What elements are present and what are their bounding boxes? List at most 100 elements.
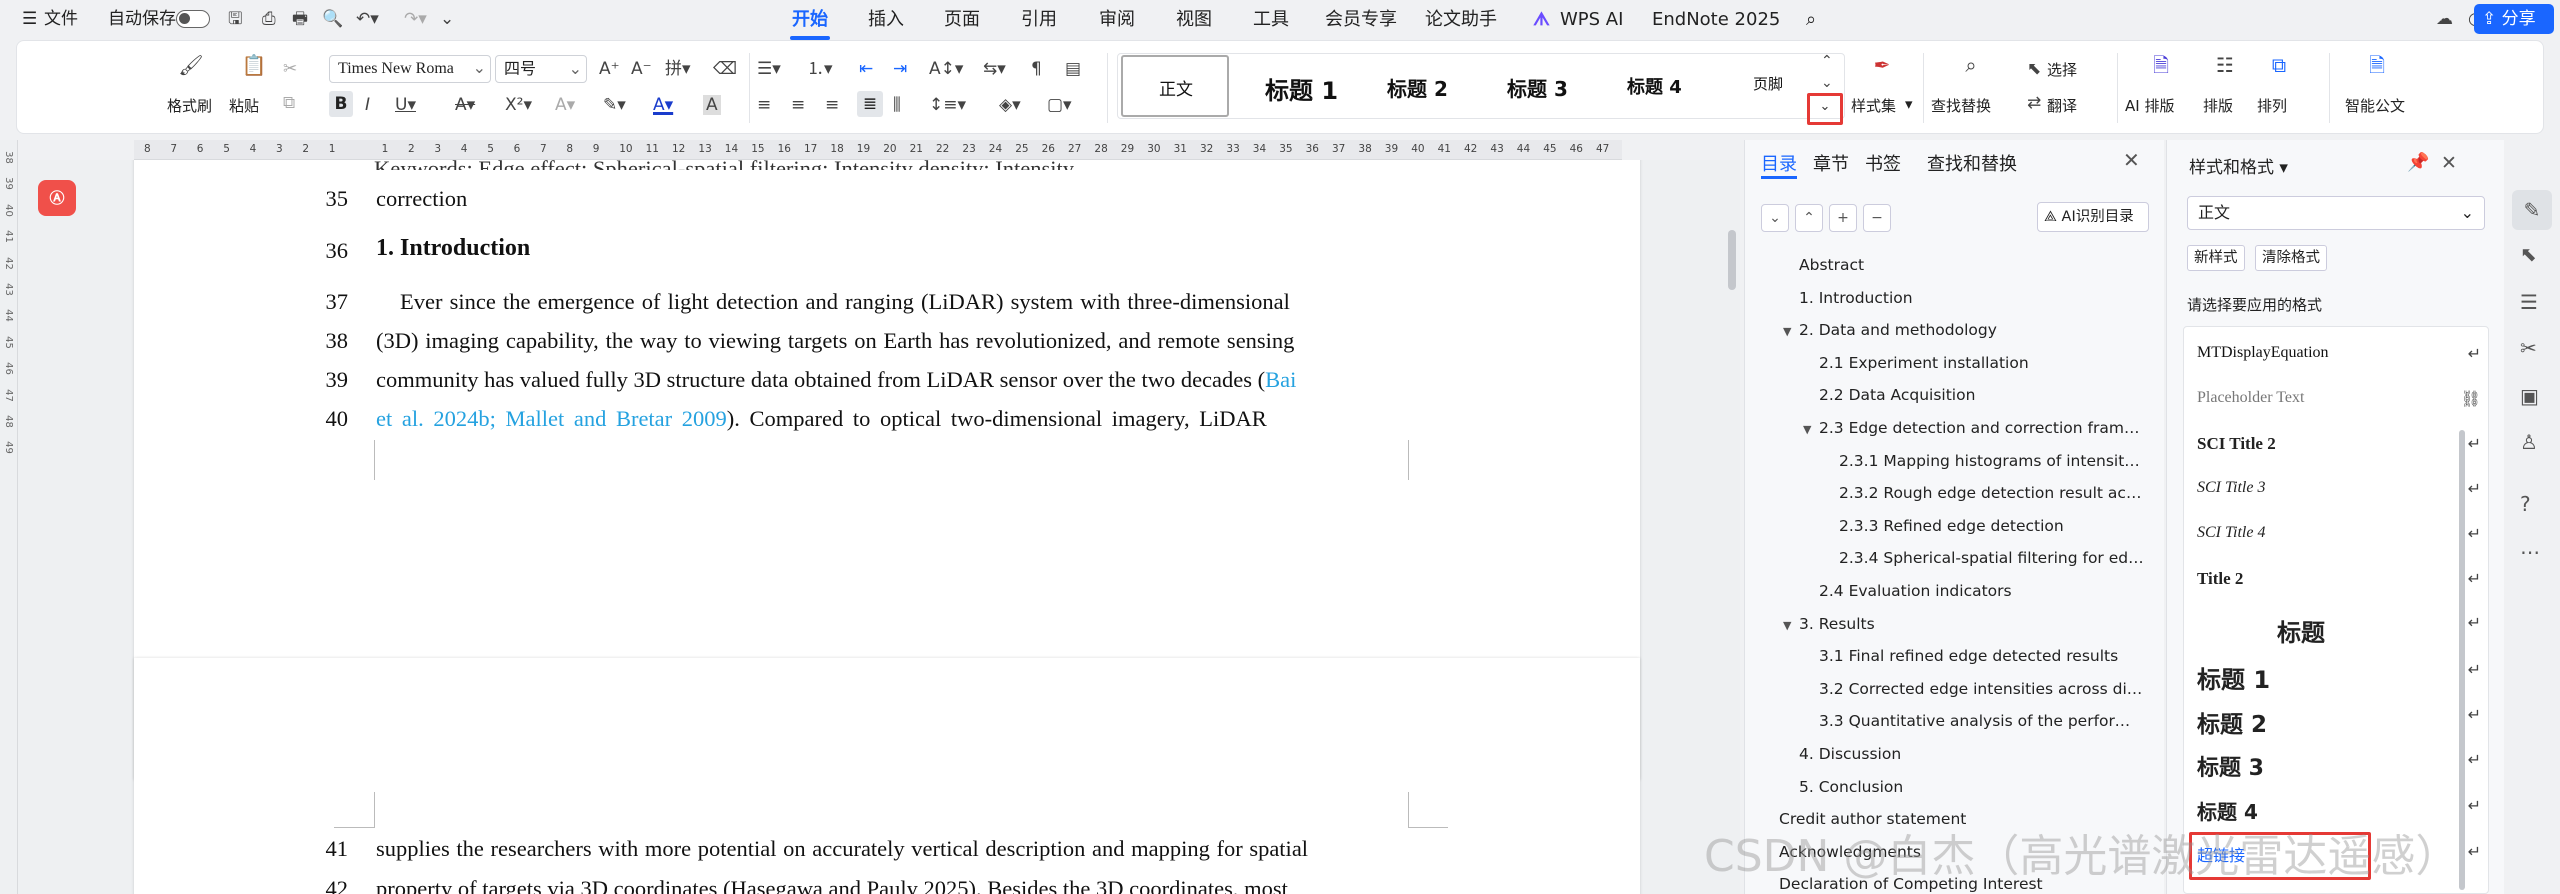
redo-icon[interactable]: ↷▾	[404, 6, 427, 32]
style-item[interactable]: 标题 ↵	[2187, 605, 2487, 647]
expand-triangle-icon[interactable]: ▼	[1783, 619, 1791, 632]
superscript-button[interactable]: X²▾	[505, 95, 532, 115]
toc-item[interactable]: 2.3.1 Mapping histograms of intensity…	[1839, 452, 2145, 470]
increase-indent-icon[interactable]: ⇥	[893, 59, 907, 79]
tab-references[interactable]: 引用	[1021, 6, 1057, 34]
phonetic-icon[interactable]: 拼▾	[665, 59, 691, 79]
toc-item[interactable]: 2.2 Data Acquisition	[1819, 386, 1975, 404]
undo-icon[interactable]: ↶▾	[356, 6, 379, 32]
underline-button[interactable]: U▾	[395, 95, 416, 115]
new-style-button[interactable]: 新样式	[2187, 245, 2245, 271]
style-item[interactable]: MTDisplayEquation ↵	[2187, 336, 2487, 376]
font-size-select[interactable]: 四号 ⌄	[495, 55, 587, 83]
horizontal-ruler[interactable]: 8 7 6 5 4 3 2 1 1 2 3 4 5 6 7 8 9 10 11 12 13 14 15 16 17 18 19 20 2…	[134, 140, 1622, 160]
clear-format-icon[interactable]: ⌫	[713, 59, 737, 79]
char-scale-icon[interactable]: A↕▾	[929, 59, 963, 79]
tab-bookmarks[interactable]: 书签	[1865, 150, 1901, 176]
menu-hamburger-icon[interactable]: ☰	[22, 6, 37, 32]
file-menu[interactable]: 文件	[44, 6, 78, 32]
save-icon[interactable]: 🖫	[228, 6, 242, 32]
toc-item[interactable]: 2.1 Experiment installation	[1819, 354, 2029, 372]
distributed-align-icon[interactable]: ⫼	[893, 95, 901, 115]
show-marks-icon[interactable]: ¶	[1031, 59, 1042, 79]
style-item[interactable]: 标题 2 ↵	[2187, 697, 2487, 738]
citation-link[interactable]: Bai	[1265, 367, 1296, 392]
tab-insert[interactable]: 插入	[868, 6, 904, 34]
style-heading-2[interactable]: 标题 2	[1357, 55, 1467, 117]
char-shading-icon[interactable]: A	[703, 95, 721, 115]
shading-icon[interactable]: ◈▾	[999, 95, 1021, 115]
tab-endnote[interactable]: EndNote 2025	[1652, 6, 1780, 34]
toc-item[interactable]: 2.4 Evaluation indicators	[1819, 582, 2012, 600]
style-heading-1[interactable]: 标题 1	[1235, 55, 1353, 117]
toc-item[interactable]: Abstract	[1799, 256, 1864, 274]
tab-view[interactable]: 视图	[1176, 6, 1212, 34]
expand-up-icon[interactable]: ⌃	[1795, 204, 1823, 232]
find-replace-button[interactable]: 查找替换	[1931, 95, 1991, 116]
tab-page[interactable]: 页面	[944, 6, 980, 34]
toc-item[interactable]: Credit author statement	[1779, 810, 1966, 828]
help-icon[interactable]: ?	[2520, 492, 2531, 516]
select-button[interactable]: 选择	[2047, 59, 2077, 80]
style-item[interactable]: SCI Title 2 ↵	[2187, 426, 2487, 466]
ai-assistant-icon[interactable]: Ⓐ	[38, 180, 76, 216]
current-style-select[interactable]: 正文 ⌄	[2187, 196, 2485, 230]
style-item[interactable]: 标题 1 ↵	[2187, 652, 2487, 694]
style-list-scrollbar[interactable]	[2459, 430, 2465, 890]
format-painter-button[interactable]: 格式刷	[167, 95, 212, 116]
tab-wps-ai[interactable]: WPS AI	[1560, 6, 1623, 34]
tab-tools[interactable]: 工具	[1253, 6, 1289, 34]
toc-item[interactable]: 2.3.3 Refined edge detection	[1839, 517, 2064, 535]
clear-format-button[interactable]: 清除格式	[2255, 245, 2327, 271]
decrease-indent-icon[interactable]: ⇤	[859, 59, 873, 79]
style-footer[interactable]: 页脚	[1717, 55, 1817, 117]
style-item[interactable]: Title 2 ↵	[2187, 561, 2487, 601]
copy-icon[interactable]: ⧉	[283, 93, 295, 113]
tab-paper-assistant[interactable]: 论文助手	[1425, 6, 1497, 34]
text-direction-icon[interactable]: ⇆▾	[983, 59, 1006, 79]
style-normal[interactable]: 正文	[1121, 55, 1229, 117]
share-button[interactable]: ⇪ 分享	[2474, 4, 2554, 34]
text-effect-icon[interactable]: A▾	[555, 95, 575, 115]
arrange-button[interactable]: 排列	[2257, 95, 2287, 116]
style-item[interactable]: SCI Title 4 ↵	[2187, 516, 2487, 556]
toc-item[interactable]: 2.3 Edge detection and correction frame…	[1819, 419, 2145, 437]
more-chevron-icon[interactable]: ⌄	[440, 6, 454, 32]
toc-item[interactable]: 3.2 Corrected edge intensities across di…	[1819, 680, 2145, 698]
tab-member[interactable]: 会员专享	[1325, 6, 1397, 34]
tab-toc[interactable]: 目录	[1761, 150, 1797, 176]
style-item[interactable]: SCI Title 3 ↵	[2187, 471, 2487, 511]
styles-pane-title[interactable]: 样式和格式 ▾	[2189, 153, 2288, 178]
toc-item[interactable]: 1. Introduction	[1799, 289, 1913, 307]
font-color-icon[interactable]: A▾	[653, 95, 673, 115]
tools-icon[interactable]: ✂	[2520, 336, 2537, 360]
toc-item[interactable]: 2. Data and methodology	[1799, 321, 1997, 339]
pin-icon[interactable]: 📌	[2407, 152, 2429, 173]
toc-item[interactable]: 4. Discussion	[1799, 745, 1901, 763]
table-icon[interactable]: ▤	[1065, 59, 1081, 79]
align-left-icon[interactable]: ≡	[757, 95, 771, 115]
font-name-select[interactable]: Times New Roma ⌄	[329, 55, 491, 83]
cloud-upload-icon[interactable]: ☁	[2436, 6, 2453, 32]
style-item[interactable]: 标题 4 ↵	[2187, 788, 2487, 828]
image-icon[interactable]: ▣	[2520, 384, 2539, 408]
search-icon[interactable]: ⌕	[1806, 6, 1816, 34]
highlight-icon[interactable]: ✎▾	[603, 95, 626, 115]
remove-heading-icon[interactable]: −	[1863, 204, 1891, 232]
close-icon[interactable]: ✕	[2123, 148, 2140, 172]
toc-item[interactable]: 2.3.4 Spherical-spatial filtering for ed…	[1839, 549, 2144, 567]
toc-item[interactable]: Acknowledgments	[1779, 843, 1921, 861]
style-heading-4[interactable]: 标题 4	[1591, 55, 1709, 117]
expand-triangle-icon[interactable]: ▼	[1803, 423, 1811, 436]
tab-chapters[interactable]: 章节	[1813, 150, 1849, 176]
toc-item[interactable]: Declaration of Competing Interest	[1779, 875, 2043, 893]
add-heading-icon[interactable]: +	[1829, 204, 1857, 232]
ai-toc-button[interactable]: ⟁ AI识别目录	[2037, 202, 2149, 232]
layout-button[interactable]: 排版	[2203, 95, 2233, 116]
toc-item[interactable]: 3.3 Quantitative analysis of the perform…	[1819, 712, 2145, 730]
paste-button[interactable]: 粘贴	[229, 95, 259, 116]
settings-sliders-icon[interactable]: ☰	[2520, 290, 2538, 314]
style-item[interactable]: 标题 3 ↵	[2187, 742, 2487, 782]
document-scrollbar-thumb[interactable]	[1728, 230, 1736, 290]
bold-button[interactable]: B	[329, 91, 353, 117]
